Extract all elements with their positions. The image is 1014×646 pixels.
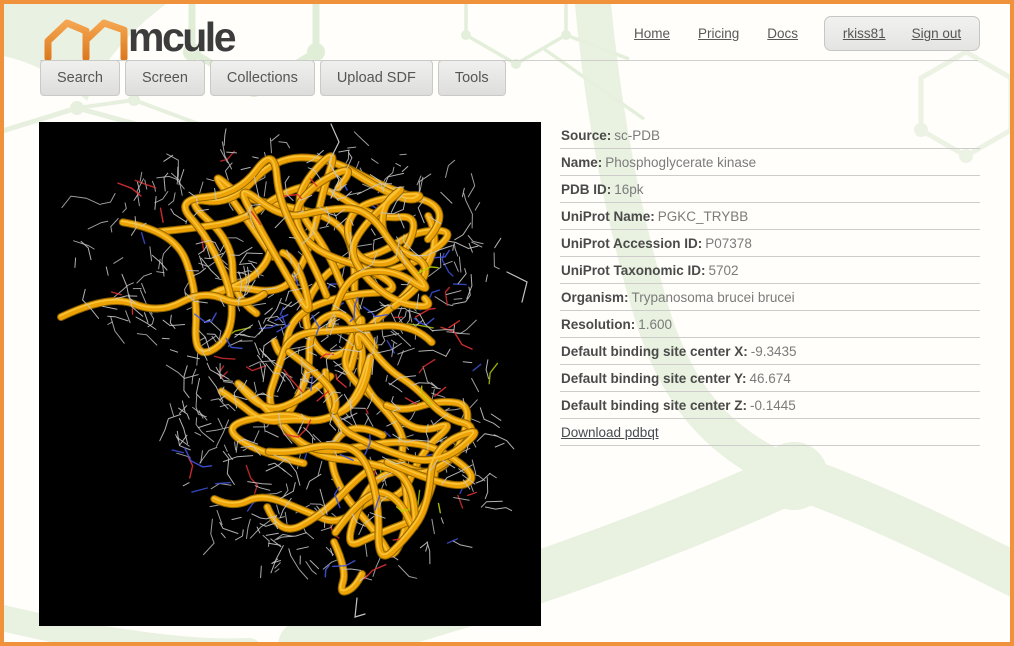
detail-row-organism: Organism:Trypanosoma brucei brucei [560,284,980,311]
detail-label: UniProt Accession ID: [561,236,702,251]
detail-row-uniprot-name: UniProt Name:PGKC_TRYBB [560,203,980,230]
target-details-panel: Source:sc-PDB Name:Phosphoglycerate kina… [560,122,980,446]
tab-search[interactable]: Search [40,60,120,96]
nav-link-pricing[interactable]: Pricing [698,26,739,41]
detail-row-pdb-id: PDB ID:16pk [560,176,980,203]
detail-value: 1.600 [638,317,672,332]
detail-row-binding-y: Default binding site center Y:46.674 [560,365,980,392]
top-navigation: Home Pricing Docs [634,26,798,41]
detail-row-uniprot-taxonomic: UniProt Taxonomic ID:5702 [560,257,980,284]
nav-link-docs[interactable]: Docs [767,26,798,41]
username-link[interactable]: rkiss81 [843,26,886,41]
sign-out-link[interactable]: Sign out [912,26,962,41]
detail-value: P07378 [705,236,752,251]
detail-label: Source: [561,128,611,143]
detail-row-uniprot-accession: UniProt Accession ID:P07378 [560,230,980,257]
logo-text: mcule [128,14,234,60]
detail-label: UniProt Taxonomic ID: [561,263,706,278]
detail-value: PGKC_TRYBB [658,209,749,224]
nav-link-home[interactable]: Home [634,26,670,41]
mcule-logo[interactable]: mcule [40,10,234,60]
detail-label: Name: [561,155,602,170]
detail-label: Default binding site center Z: [561,398,747,413]
download-pdbqt-link[interactable]: Download pdbqt [561,425,659,440]
detail-value: 46.674 [750,371,791,386]
detail-row-download: Download pdbqt [560,419,980,446]
detail-value: 5702 [709,263,739,278]
mcule-logo-icon [40,10,134,60]
molecule-viewer[interactable] [39,122,541,626]
detail-value: sc-PDB [614,128,660,143]
detail-row-binding-z: Default binding site center Z:-0.1445 [560,392,980,419]
detail-row-name: Name:Phosphoglycerate kinase [560,149,980,176]
detail-value: -0.1445 [750,398,796,413]
detail-row-binding-x: Default binding site center X:-9.3435 [560,338,980,365]
detail-row-resolution: Resolution:1.600 [560,311,980,338]
user-account-box: rkiss81 Sign out [824,16,980,51]
detail-label: Default binding site center Y: [561,371,747,386]
detail-label: UniProt Name: [561,209,655,224]
tab-screen[interactable]: Screen [125,60,205,96]
tab-collections[interactable]: Collections [210,60,315,96]
page: mcule Home Pricing Docs rkiss81 Sign out… [0,0,1014,646]
main-tab-bar: Search Screen Collections Upload SDF Too… [40,60,506,96]
detail-value: Phosphoglycerate kinase [605,155,756,170]
tab-upload-sdf[interactable]: Upload SDF [320,60,433,96]
detail-label: Organism: [561,290,629,305]
detail-value: 16pk [614,182,643,197]
detail-value: Trypanosoma brucei brucei [632,290,795,305]
detail-label: PDB ID: [561,182,611,197]
tab-tools[interactable]: Tools [438,60,506,96]
detail-value: -9.3435 [751,344,797,359]
detail-label: Resolution: [561,317,635,332]
detail-row-source: Source:sc-PDB [560,122,980,149]
detail-label: Default binding site center X: [561,344,748,359]
